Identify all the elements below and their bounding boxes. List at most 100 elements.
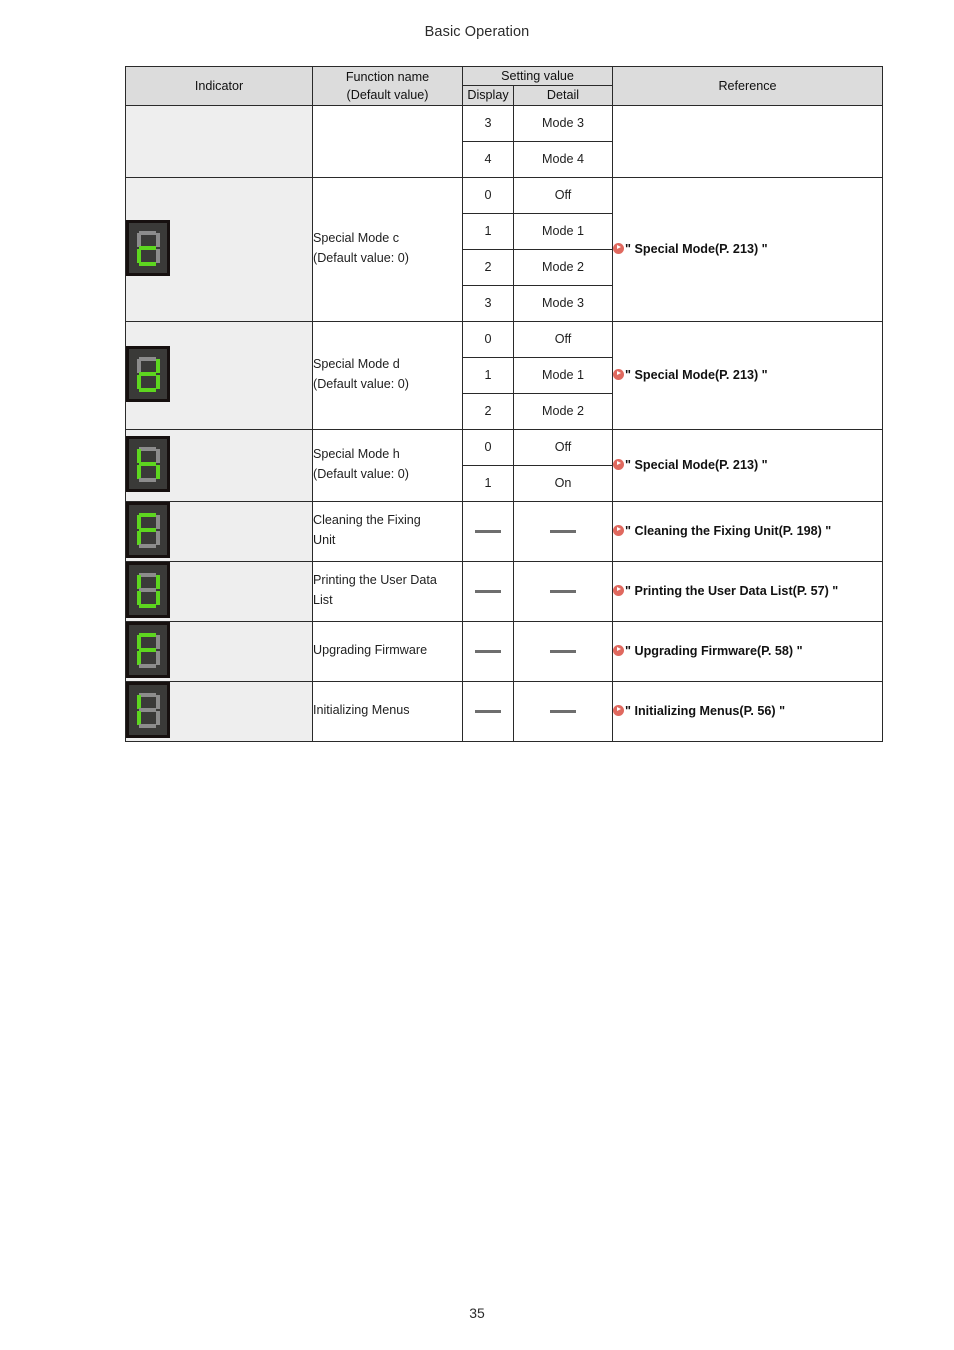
setting-display-value-dash-icon [475, 530, 501, 534]
setting-detail-cell: Mode 1 [512, 212, 614, 250]
setting-detail-cell: Off [512, 428, 614, 466]
page-number: 35 [469, 1305, 485, 1321]
setting-display-cell: 1 [462, 356, 514, 394]
function-name-cell [312, 104, 463, 178]
seven-segment-indicator-c [126, 219, 170, 276]
setting-detail-cell: Mode 2 [512, 248, 614, 286]
table-row: Upgrading Firmware " Upgrading Firmware(P… [125, 620, 884, 682]
segment-a [139, 632, 156, 637]
setting-detail-cell: Mode 3 [512, 104, 614, 142]
segment-e [137, 710, 142, 725]
table-body: 3 Mode 3 4 Mode 4 Special Mode c (Default val… [125, 104, 884, 742]
segment-b [156, 635, 161, 649]
reference-cell: " Printing the User Data List(P. 57) " [612, 560, 884, 622]
segment-d [139, 723, 156, 728]
seven-segment-indicator-U [126, 561, 170, 618]
setting-detail-value: Off [554, 440, 572, 454]
setting-display-cell [462, 560, 514, 622]
reference-link[interactable]: " Special Mode(P. 213) " [613, 242, 768, 256]
function-name-line2: Unit [313, 533, 336, 547]
segment-c [156, 248, 161, 263]
setting-detail-value: Mode 3 [542, 116, 585, 130]
segment-f [137, 575, 142, 589]
function-name-line1: Special Mode h [313, 447, 400, 462]
function-name-line1: Upgrading Firmware [313, 643, 428, 658]
reference-cell: " Upgrading Firmware(P. 58) " [612, 620, 884, 682]
reference-cell: " Special Mode(P. 213) " [612, 320, 884, 430]
setting-detail-value: Off [554, 188, 572, 202]
indicator-cell [125, 680, 313, 742]
indicator-settings-table: Indicator Function name (Default value) … [125, 65, 884, 742]
segment-a [139, 512, 156, 517]
segment-e [137, 374, 142, 389]
segment-b [156, 575, 161, 589]
segment-d [139, 261, 156, 266]
reference-label: " Initializing Menus(P. 56) " [625, 703, 786, 718]
segment-a [139, 230, 156, 235]
setting-detail-cell: Mode 3 [512, 284, 614, 322]
setting-detail-value: Mode 1 [542, 224, 585, 238]
running-header: Basic Operation [424, 24, 530, 40]
indicator-cell [125, 176, 313, 322]
reference-cell: " Special Mode(P. 213) " [612, 428, 884, 502]
indicator-cell [125, 104, 313, 178]
reference-link[interactable]: " Special Mode(P. 213) " [613, 368, 768, 382]
reference-arrow-icon [613, 458, 625, 470]
header-reference: Reference [612, 66, 884, 106]
function-name-line2: (Default value: 0) [313, 377, 409, 391]
segment-d [139, 603, 156, 608]
setting-display-cell [462, 680, 514, 742]
setting-display-value: 1 [484, 224, 492, 238]
segment-b [156, 359, 161, 373]
reference-link[interactable]: " Printing the User Data List(P. 57) " [613, 584, 838, 598]
setting-display-cell: 3 [462, 284, 514, 322]
reference-label: " Special Mode(P. 213) " [625, 367, 768, 382]
reference-link[interactable]: " Special Mode(P. 213) " [613, 458, 768, 472]
setting-display-value: 1 [484, 476, 492, 490]
segment-d [139, 477, 156, 482]
function-name-cell: Upgrading Firmware [312, 620, 463, 682]
setting-detail-cell [512, 500, 614, 562]
reference-link[interactable]: " Upgrading Firmware(P. 58) " [613, 644, 803, 658]
header-setting-value: Setting value [461, 65, 614, 87]
setting-detail-value-dash-icon [550, 650, 576, 654]
reference-label: " Special Mode(P. 213) " [625, 241, 768, 256]
setting-detail-value-dash-icon [550, 530, 576, 534]
setting-detail-cell: Mode 2 [512, 392, 614, 430]
reference-arrow-icon [613, 242, 625, 254]
segment-d [139, 663, 156, 668]
setting-display-cell: 0 [462, 176, 514, 214]
segment-c [156, 650, 161, 665]
setting-display-cell: 2 [462, 392, 514, 430]
setting-detail-cell [512, 560, 614, 622]
seven-segment-indicator-d [126, 345, 170, 402]
reference-arrow-icon [613, 524, 625, 536]
reference-link[interactable]: " Initializing Menus(P. 56) " [613, 704, 785, 718]
table-row: 3 Mode 3 [125, 104, 884, 178]
setting-display-cell: 2 [462, 248, 514, 286]
header-function-name: Function name (Default value) [312, 66, 463, 106]
setting-display-value: 3 [484, 296, 492, 310]
setting-detail-cell [512, 620, 614, 682]
segment-b [156, 449, 161, 463]
setting-display-cell: 3 [462, 104, 514, 142]
segment-f [137, 449, 142, 463]
function-name-line1: Special Mode d [313, 357, 400, 372]
reference-arrow-icon [613, 644, 625, 656]
function-name-line2: List [313, 593, 333, 607]
segment-c [156, 530, 161, 545]
setting-detail-cell [512, 680, 614, 742]
indicator-cell [125, 500, 313, 562]
setting-detail-cell: Off [512, 320, 614, 358]
indicator-cell [125, 560, 313, 622]
table-row: Cleaning the Fixing Unit " Cleaning the Fi… [125, 500, 884, 562]
reference-cell: " Special Mode(P. 213) " [612, 176, 884, 322]
segment-e [137, 464, 142, 479]
setting-detail-value-dash-icon [550, 590, 576, 594]
function-name-line2: (Default value: 0) [313, 251, 409, 265]
seven-segment-indicator-F [126, 501, 170, 558]
header-detail: Detail [512, 85, 614, 106]
setting-display-value: 0 [484, 440, 492, 454]
segment-c [156, 374, 161, 389]
reference-link[interactable]: " Cleaning the Fixing Unit(P. 198) " [613, 524, 831, 538]
